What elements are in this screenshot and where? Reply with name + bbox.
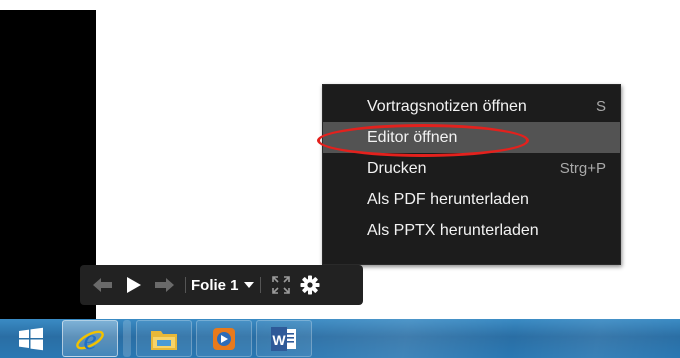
word-icon[interactable]: W xyxy=(256,320,312,357)
next-arrow-icon[interactable] xyxy=(148,265,180,305)
svg-text:e: e xyxy=(83,324,96,354)
taskbar-divider xyxy=(123,320,131,357)
toolbar-divider xyxy=(259,277,261,293)
menu-item-shortcut: Strg+P xyxy=(559,160,606,177)
svg-text:W: W xyxy=(272,332,286,348)
menu-item-shortcut: S xyxy=(595,98,606,115)
menu-item-label: Als PPTX herunterladen xyxy=(367,222,539,239)
media-player-icon[interactable] xyxy=(196,320,252,357)
gear-icon[interactable] xyxy=(296,265,324,305)
internet-explorer-icon[interactable]: e xyxy=(62,320,118,357)
windows-start-icon[interactable] xyxy=(6,320,56,357)
slide-label: Folie 1 xyxy=(191,276,239,294)
windows-taskbar: e W xyxy=(0,319,680,358)
fullscreen-icon[interactable] xyxy=(266,265,296,305)
menu-item-print[interactable]: Drucken Strg+P xyxy=(323,153,620,184)
menu-item-label: Editor öffnen xyxy=(367,129,458,146)
slide-select-dropdown[interactable]: Folie 1 xyxy=(191,265,255,305)
prev-arrow-icon[interactable] xyxy=(86,265,120,305)
menu-item-download-pptx[interactable]: Als PPTX herunterladen xyxy=(323,215,620,246)
menu-item-speaker-notes[interactable]: Vortragsnotizen öffnen S xyxy=(323,91,620,122)
presentation-toolbar: Folie 1 xyxy=(80,265,363,305)
menu-item-label: Drucken xyxy=(367,160,427,177)
menu-item-download-pdf[interactable]: Als PDF herunterladen xyxy=(323,184,620,215)
file-explorer-icon[interactable] xyxy=(136,320,192,357)
menu-item-label: Vortragsnotizen öffnen xyxy=(367,98,527,115)
menu-item-label: Als PDF herunterladen xyxy=(367,191,529,208)
menu-item-open-editor[interactable]: Editor öffnen xyxy=(323,122,620,153)
play-icon[interactable] xyxy=(120,265,148,305)
chevron-down-icon xyxy=(243,281,255,289)
settings-menu: Vortragsnotizen öffnen S Editor öffnen D… xyxy=(322,84,621,265)
toolbar-divider xyxy=(185,277,186,293)
